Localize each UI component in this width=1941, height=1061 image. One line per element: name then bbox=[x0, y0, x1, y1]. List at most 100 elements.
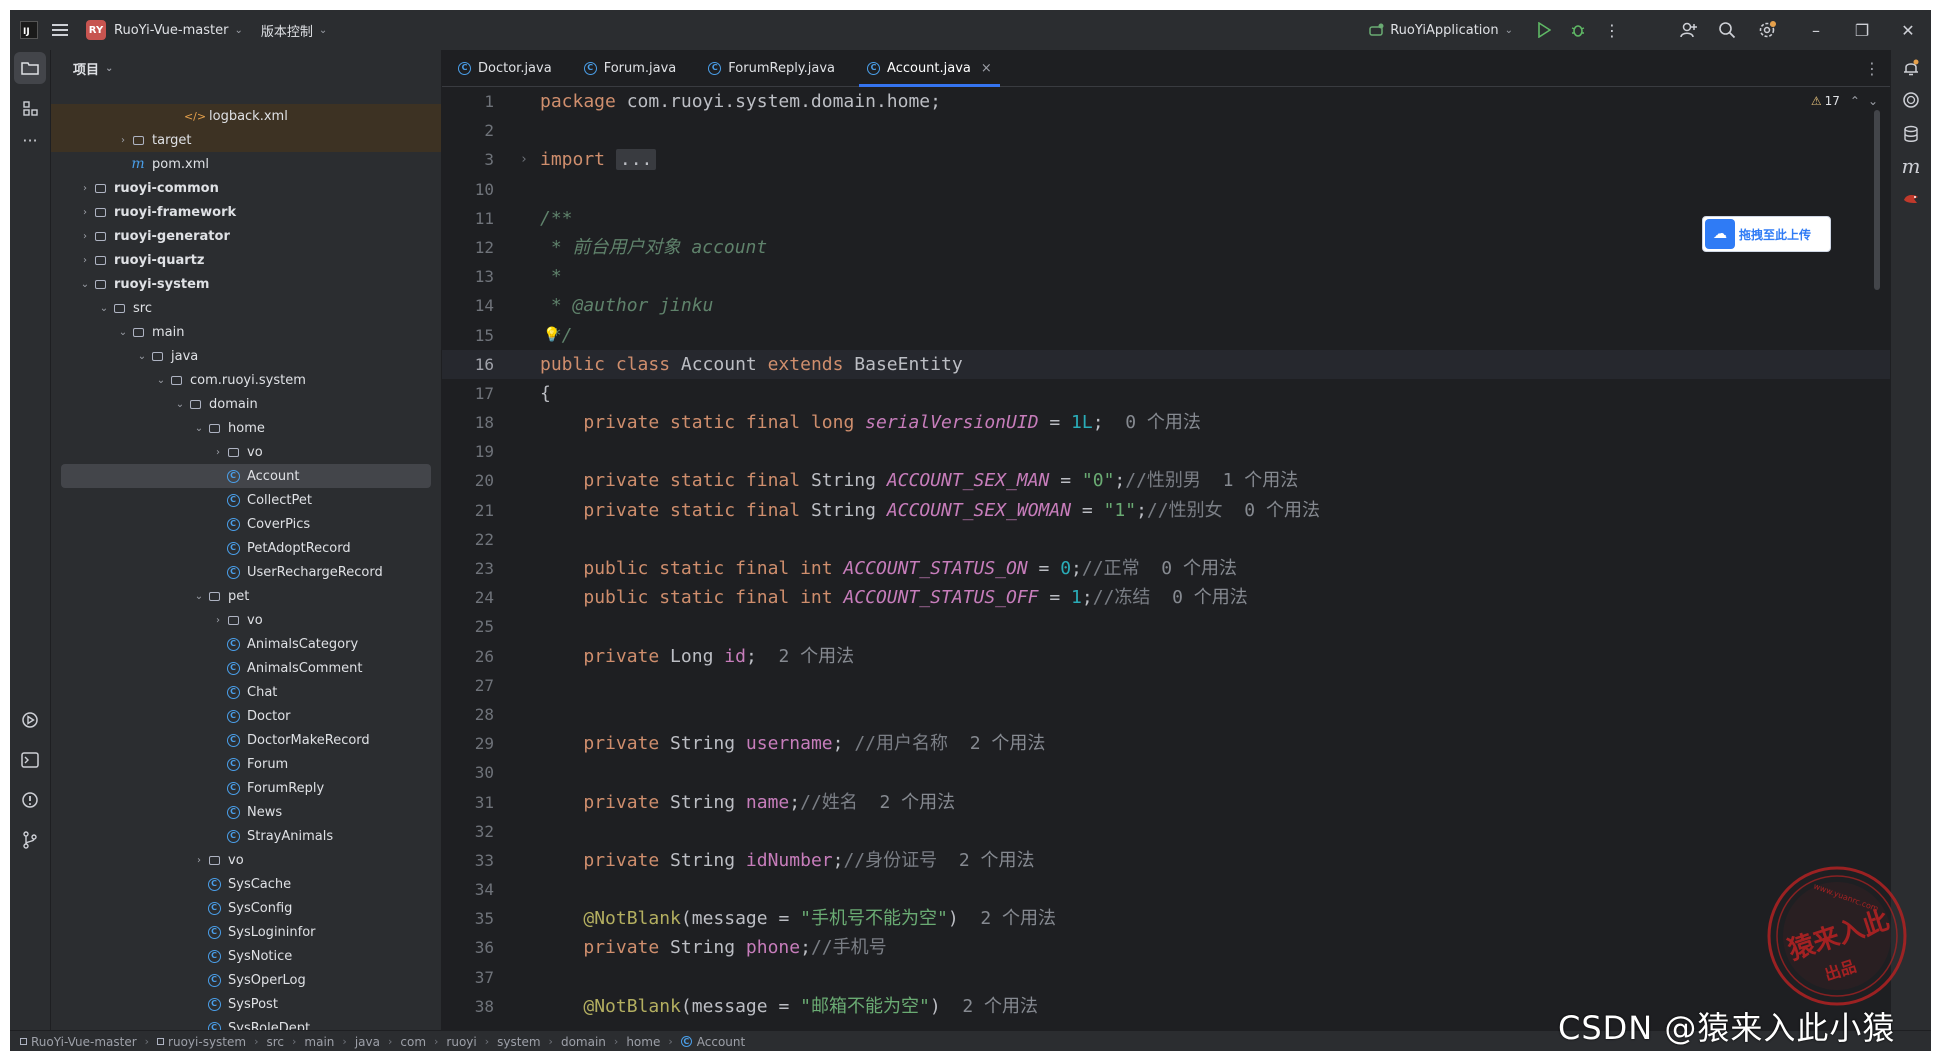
code-line[interactable]: 32 bbox=[442, 817, 1890, 846]
services-icon[interactable] bbox=[10, 702, 50, 738]
database-icon[interactable] bbox=[1891, 116, 1931, 152]
code-line[interactable]: 18 private static final long serialVersi… bbox=[442, 408, 1890, 437]
tree-item-pet[interactable]: ⌄ pet bbox=[51, 584, 441, 608]
main-menu-icon[interactable] bbox=[52, 21, 68, 39]
more-vertical-icon[interactable]: ⋮ bbox=[1595, 10, 1629, 50]
tab-forum-java[interactable]: C Forum.java bbox=[568, 50, 693, 86]
breadcrumb-item[interactable]: main bbox=[304, 1035, 334, 1049]
chevron-right-icon[interactable]: › bbox=[78, 183, 92, 194]
tree-item-vo[interactable]: › vo bbox=[51, 608, 441, 632]
chevron-down-icon[interactable]: ⌄ bbox=[97, 303, 111, 314]
debug-icon[interactable] bbox=[1561, 10, 1595, 50]
intention-bulb-icon[interactable]: 💡 bbox=[543, 321, 560, 350]
tree-item-doctormakerecord[interactable]: C DoctorMakeRecord bbox=[51, 728, 441, 752]
chevron-down-icon[interactable]: ⌄ bbox=[154, 375, 168, 386]
tree-item-sysnotice[interactable]: C SysNotice bbox=[51, 944, 441, 968]
breadcrumb-item[interactable]: ruoyi bbox=[446, 1035, 476, 1049]
tree-item-sysoperlog[interactable]: C SysOperLog bbox=[51, 968, 441, 992]
git-icon[interactable] bbox=[10, 822, 50, 858]
tree-item-forum[interactable]: C Forum bbox=[51, 752, 441, 776]
chevron-down-icon[interactable]: ⌄ bbox=[78, 279, 92, 290]
code-line[interactable]: 20 private static final String ACCOUNT_S… bbox=[442, 466, 1890, 495]
code-line[interactable]: 36 private String phone;//手机号 bbox=[442, 933, 1890, 962]
code-line[interactable]: 28 bbox=[442, 700, 1890, 729]
tree-item-coverpics[interactable]: C CoverPics bbox=[51, 512, 441, 536]
breadcrumb-item[interactable]: C Account bbox=[680, 1035, 745, 1049]
code-line[interactable]: 15 */💡 bbox=[442, 321, 1890, 350]
tree-item-ruoyi-quartz[interactable]: › ruoyi-quartz bbox=[51, 248, 441, 272]
chevron-right-icon[interactable]: › bbox=[78, 231, 92, 242]
breadcrumb-item[interactable]: java bbox=[355, 1035, 380, 1049]
code-line[interactable]: 27 bbox=[442, 671, 1890, 700]
tab-close-icon[interactable]: × bbox=[981, 61, 992, 76]
tree-item-news[interactable]: C News bbox=[51, 800, 441, 824]
code-line[interactable]: 14 * @author jinku bbox=[442, 291, 1890, 320]
chevron-down-icon[interactable]: ⌄ bbox=[192, 423, 206, 434]
code-line[interactable]: 25 bbox=[442, 612, 1890, 641]
tab-forumreply-java[interactable]: C ForumReply.java bbox=[692, 50, 851, 86]
code-line[interactable]: 31 private String name;//姓名 2 个用法 bbox=[442, 788, 1890, 817]
notifications-icon[interactable] bbox=[1891, 50, 1931, 86]
tree-item-account[interactable]: C Account bbox=[61, 464, 431, 488]
code-line[interactable]: 12 * 前台用户对象 account bbox=[442, 233, 1890, 262]
intellij-logo-icon[interactable]: IJ bbox=[20, 21, 38, 39]
terminal-icon[interactable] bbox=[10, 742, 50, 778]
tree-item-domain[interactable]: ⌄ domain bbox=[51, 392, 441, 416]
run-icon[interactable] bbox=[1527, 10, 1561, 50]
code-line[interactable]: 3 › import ... bbox=[442, 145, 1890, 174]
code-view[interactable]: 1 package com.ruoyi.system.domain.home; 2 3… bbox=[442, 87, 1890, 1021]
chevron-right-icon[interactable]: › bbox=[78, 255, 92, 266]
code-line[interactable]: 17 { bbox=[442, 379, 1890, 408]
breadcrumb-item[interactable]: domain bbox=[561, 1035, 606, 1049]
tree-item-doctor[interactable]: C Doctor bbox=[51, 704, 441, 728]
chevron-down-icon[interactable]: ⌄ bbox=[173, 399, 187, 410]
code-line[interactable]: 1 package com.ruoyi.system.domain.home; bbox=[442, 87, 1890, 116]
code-line[interactable]: 2 bbox=[442, 116, 1890, 145]
tree-item-com-ruoyi-system[interactable]: ⌄ com.ruoyi.system bbox=[51, 368, 441, 392]
tree-item-petadoptrecord[interactable]: C PetAdoptRecord bbox=[51, 536, 441, 560]
tree-item-forumreply[interactable]: C ForumReply bbox=[51, 776, 441, 800]
code-line[interactable]: 10 bbox=[442, 175, 1890, 204]
breadcrumb-item[interactable]: com bbox=[400, 1035, 426, 1049]
chevron-down-icon[interactable]: ⌄ bbox=[192, 591, 206, 602]
tree-item-pom-xml[interactable]: m pom.xml bbox=[51, 152, 441, 176]
tree-item-userrechargerecord[interactable]: C UserRechargeRecord bbox=[51, 560, 441, 584]
tree-item-syspost[interactable]: C SysPost bbox=[51, 992, 441, 1016]
tree-item-ruoyi-common[interactable]: › ruoyi-common bbox=[51, 176, 441, 200]
code-line[interactable]: 29 private String username; //用户名称 2 个用法 bbox=[442, 729, 1890, 758]
breadcrumb-item[interactable]: system bbox=[497, 1035, 540, 1049]
tree-item-sysconfig[interactable]: C SysConfig bbox=[51, 896, 441, 920]
tree-item-src[interactable]: ⌄ src bbox=[51, 296, 441, 320]
maximize-icon[interactable]: ❐ bbox=[1839, 10, 1885, 50]
tree-item-main[interactable]: ⌄ main bbox=[51, 320, 441, 344]
project-panel-header[interactable]: 项目 ⌄ bbox=[51, 50, 441, 86]
add-user-icon[interactable] bbox=[1669, 10, 1707, 50]
code-line[interactable]: 24 public static final int ACCOUNT_STATU… bbox=[442, 583, 1890, 612]
tree-item-logback-xml[interactable]: </> logback.xml bbox=[51, 104, 441, 128]
tree-item-ruoyi-system[interactable]: ⌄ ruoyi-system bbox=[51, 272, 441, 296]
code-line[interactable]: 23 public static final int ACCOUNT_STATU… bbox=[442, 554, 1890, 583]
tree-item-animalscategory[interactable]: C AnimalsCategory bbox=[51, 632, 441, 656]
chevron-right-icon[interactable]: › bbox=[211, 447, 225, 458]
more-tools-icon[interactable]: ··· bbox=[10, 122, 50, 158]
code-line[interactable]: 22 bbox=[442, 525, 1890, 554]
breadcrumb-item[interactable]: ruoyi-system bbox=[157, 1035, 246, 1049]
tree-item-sysroledept[interactable]: C SysRoleDept bbox=[51, 1016, 441, 1030]
code-line[interactable]: 11 /** bbox=[442, 204, 1890, 233]
tree-item-strayanimals[interactable]: C StrayAnimals bbox=[51, 824, 441, 848]
chevron-right-icon[interactable]: › bbox=[192, 855, 206, 866]
maven-icon[interactable]: m bbox=[1891, 148, 1931, 184]
search-icon[interactable] bbox=[1707, 10, 1747, 50]
tree-item-collectpet[interactable]: C CollectPet bbox=[51, 488, 441, 512]
code-line[interactable]: 33 private String idNumber;//身份证号 2 个用法 bbox=[442, 846, 1890, 875]
tab-account-java[interactable]: C Account.java × bbox=[851, 50, 1008, 87]
code-line[interactable]: 19 bbox=[442, 437, 1890, 466]
mybatis-bird-icon[interactable] bbox=[1891, 180, 1931, 216]
code-line[interactable]: 34 bbox=[442, 875, 1890, 904]
chevron-right-icon[interactable]: › bbox=[211, 615, 225, 626]
breadcrumb-item[interactable]: src bbox=[266, 1035, 284, 1049]
tree-item-syscache[interactable]: C SysCache bbox=[51, 872, 441, 896]
structure-icon[interactable] bbox=[10, 90, 50, 126]
minimize-icon[interactable]: – bbox=[1793, 10, 1839, 50]
tree-item-target[interactable]: › target bbox=[51, 128, 441, 152]
